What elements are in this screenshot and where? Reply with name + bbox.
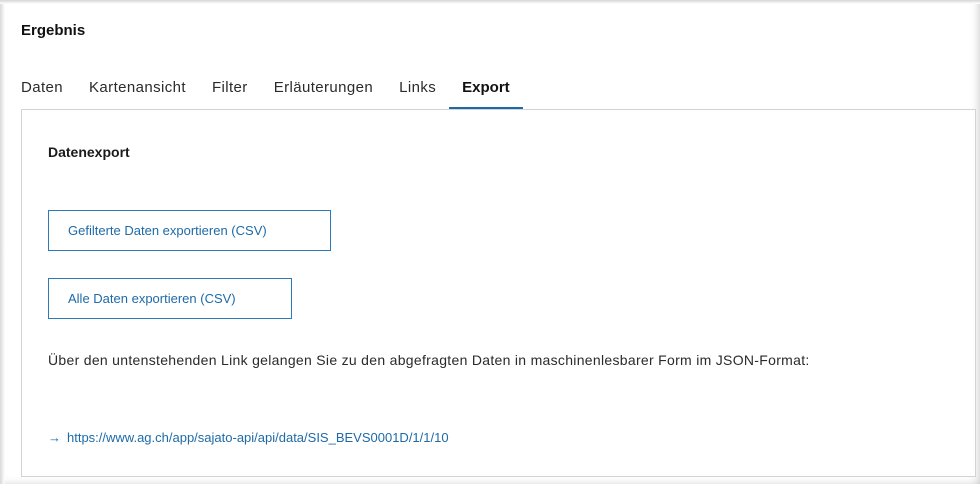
arrow-right-icon: →: [48, 430, 61, 445]
json-link-description: Über den untenstehenden Link gelangen Si…: [48, 352, 810, 368]
section-heading: Ergebnis: [21, 22, 86, 39]
export-panel: Datenexport Gefilterte Daten exportieren…: [21, 109, 976, 477]
export-filtered-csv-button[interactable]: Gefilterte Daten exportieren (CSV): [48, 210, 331, 251]
tab-export[interactable]: Export: [449, 69, 523, 109]
tab-erlaeuterungen[interactable]: Erläuterungen: [261, 69, 386, 109]
export-all-csv-button[interactable]: Alle Daten exportieren (CSV): [48, 278, 292, 319]
tab-kartenansicht[interactable]: Kartenansicht: [76, 69, 199, 109]
json-api-link-text: https://www.ag.ch/app/sajato-api/api/dat…: [67, 430, 449, 445]
frame-left-edge: [0, 0, 5, 484]
tab-links[interactable]: Links: [386, 69, 449, 109]
result-frame: Ergebnis Daten Kartenansicht Filter Erlä…: [0, 0, 980, 484]
tab-bar: Daten Kartenansicht Filter Erläuterungen…: [21, 69, 523, 109]
tab-filter[interactable]: Filter: [199, 69, 261, 109]
export-title: Datenexport: [48, 144, 130, 160]
frame-top-edge: [0, 0, 980, 4]
json-api-link[interactable]: → https://www.ag.ch/app/sajato-api/api/d…: [48, 430, 449, 445]
tab-daten[interactable]: Daten: [21, 69, 76, 109]
